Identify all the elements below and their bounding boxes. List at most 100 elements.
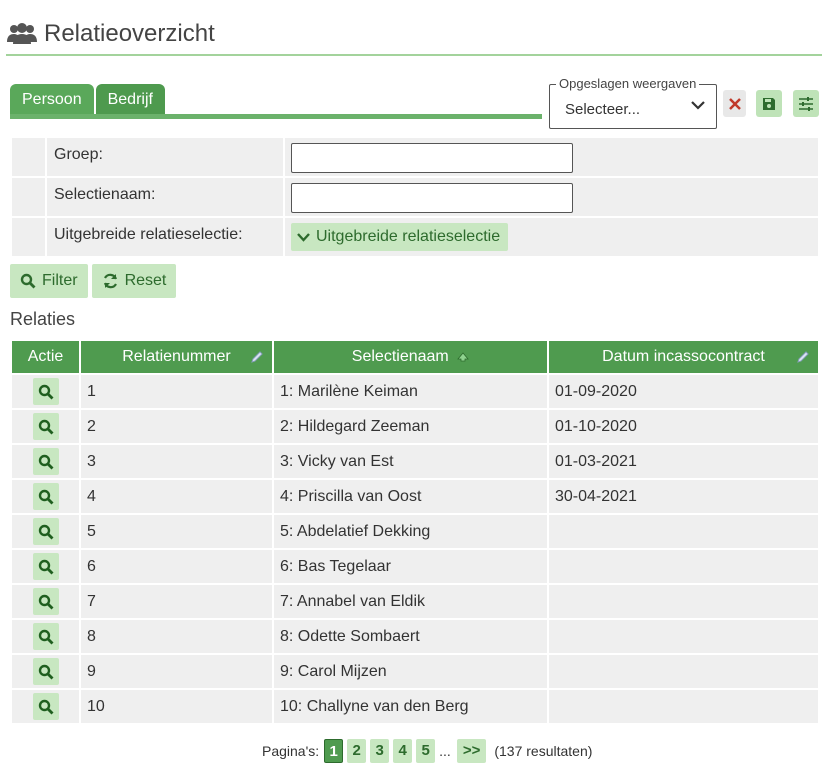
section-title: Relaties bbox=[10, 309, 76, 329]
pagination-label: Pagina's: bbox=[262, 743, 320, 759]
reset-button-label: Reset bbox=[124, 272, 167, 289]
selection-name-cell: 1: Marilène Keiman bbox=[274, 375, 547, 408]
search-icon bbox=[38, 454, 53, 469]
table-row: 10 10: Challyne van den Berg bbox=[12, 690, 818, 723]
saved-views-select[interactable]: Opgeslagen weergaven Selecteer... bbox=[549, 76, 717, 129]
page-link-5[interactable]: 5 bbox=[416, 739, 436, 763]
page-header: Relatieoverzicht bbox=[6, 20, 822, 56]
table-row: 8 8: Odette Sombaert bbox=[12, 620, 818, 653]
pencil-icon[interactable] bbox=[250, 350, 264, 364]
table-row: 2 2: Hildegard Zeeman 01-10-2020 bbox=[12, 410, 818, 443]
delete-view-button[interactable] bbox=[723, 90, 746, 117]
header-relatienummer[interactable]: Relatienummer bbox=[81, 341, 272, 373]
header-actie: Actie bbox=[12, 341, 79, 373]
extended-selection-button[interactable]: Uitgebreide relatieselectie bbox=[291, 223, 509, 251]
users-icon bbox=[7, 23, 37, 44]
contract-date-cell bbox=[549, 620, 818, 653]
contract-date-cell bbox=[549, 585, 818, 618]
header-selectienaam[interactable]: Selectienaam bbox=[274, 341, 547, 373]
filter-row-group: Groep: bbox=[12, 138, 818, 176]
table-header: Actie Relatienummer Selectienaam Datum i… bbox=[12, 341, 818, 373]
selection-name-cell: 7: Annabel van Eldik bbox=[274, 585, 547, 618]
search-icon bbox=[38, 489, 53, 504]
pagination: Pagina's: 1 2 3 4 5 ... >> (137 resultat… bbox=[262, 739, 592, 763]
view-relation-button[interactable] bbox=[32, 518, 59, 545]
selection-name-cell: 4: Priscilla van Oost bbox=[274, 480, 547, 513]
search-icon bbox=[38, 524, 53, 539]
header-datum-label: Datum incassocontract bbox=[602, 348, 765, 365]
contract-date-cell bbox=[549, 515, 818, 548]
selection-name-input[interactable] bbox=[291, 183, 573, 213]
selection-name-cell: 9: Carol Mijzen bbox=[274, 655, 547, 688]
contract-date-cell bbox=[549, 655, 818, 688]
table-row: 7 7: Annabel van Eldik bbox=[12, 585, 818, 618]
table-row: 9 9: Carol Mijzen bbox=[12, 655, 818, 688]
selection-name-cell: 2: Hildegard Zeeman bbox=[274, 410, 547, 443]
relation-number-cell: 1 bbox=[81, 375, 272, 408]
view-relation-button[interactable] bbox=[32, 448, 59, 475]
tab-underline bbox=[10, 114, 542, 119]
selection-label: Selectienaam: bbox=[47, 178, 283, 216]
result-count: (137 resultaten) bbox=[494, 743, 593, 759]
view-relation-button[interactable] bbox=[32, 483, 59, 510]
search-icon bbox=[38, 384, 53, 399]
filter-row-extended: Uitgebreide relatieselectie: Uitgebreide… bbox=[12, 218, 818, 256]
filter-button-label: Filter bbox=[42, 272, 78, 289]
reset-button[interactable]: Reset bbox=[91, 264, 177, 298]
refresh-icon bbox=[103, 273, 117, 289]
relation-number-cell: 10 bbox=[81, 690, 272, 723]
search-icon bbox=[38, 559, 53, 574]
search-icon bbox=[38, 664, 53, 679]
relation-number-cell: 2 bbox=[81, 410, 272, 443]
contract-date-cell bbox=[549, 690, 818, 723]
page-link-2[interactable]: 2 bbox=[347, 739, 367, 763]
contract-date-cell: 01-03-2021 bbox=[549, 445, 818, 478]
selection-name-cell: 6: Bas Tegelaar bbox=[274, 550, 547, 583]
relation-number-cell: 5 bbox=[81, 515, 272, 548]
close-icon bbox=[728, 97, 741, 110]
group-label: Groep: bbox=[47, 138, 283, 176]
pagination-ellipsis: ... bbox=[439, 743, 451, 759]
sort-ascending-icon bbox=[457, 352, 470, 362]
filter-button[interactable]: Filter bbox=[10, 264, 88, 298]
view-relation-button[interactable] bbox=[32, 413, 59, 440]
extended-selection-label: Uitgebreide relatieselectie: bbox=[47, 218, 283, 256]
page-title: Relatieoverzicht bbox=[44, 20, 215, 47]
header-relatienummer-label: Relatienummer bbox=[122, 348, 231, 365]
table-row: 4 4: Priscilla van Oost 30-04-2021 bbox=[12, 480, 818, 513]
tab-persoon[interactable]: Persoon bbox=[10, 84, 94, 116]
relation-number-cell: 3 bbox=[81, 445, 272, 478]
page-link-3[interactable]: 3 bbox=[370, 739, 390, 763]
search-icon bbox=[38, 629, 53, 644]
search-icon bbox=[20, 273, 36, 289]
table-row: 3 3: Vicky van Est 01-03-2021 bbox=[12, 445, 818, 478]
view-relation-button[interactable] bbox=[32, 553, 59, 580]
search-icon bbox=[38, 594, 53, 609]
floppy-disk-icon bbox=[763, 97, 775, 110]
pencil-icon[interactable] bbox=[796, 350, 810, 364]
tab-bedrijf[interactable]: Bedrijf bbox=[95, 84, 165, 116]
relation-number-cell: 4 bbox=[81, 480, 272, 513]
page-link-1[interactable]: 1 bbox=[324, 739, 344, 763]
page-link-4[interactable]: 4 bbox=[393, 739, 413, 763]
saved-views-legend: Opgeslagen weergaven bbox=[556, 76, 700, 91]
group-input[interactable] bbox=[291, 143, 573, 173]
sliders-icon bbox=[799, 96, 813, 111]
selection-name-cell: 3: Vicky van Est bbox=[274, 445, 547, 478]
view-relation-button[interactable] bbox=[32, 658, 59, 685]
table-row: 6 6: Bas Tegelaar bbox=[12, 550, 818, 583]
contract-date-cell bbox=[549, 550, 818, 583]
chevron-down-icon bbox=[691, 101, 705, 110]
next-pages-button[interactable]: >> bbox=[456, 739, 487, 763]
view-relation-button[interactable] bbox=[32, 623, 59, 650]
column-settings-button[interactable] bbox=[793, 90, 819, 117]
view-relation-button[interactable] bbox=[32, 693, 59, 720]
header-datum-incassocontract[interactable]: Datum incassocontract bbox=[549, 341, 818, 373]
save-view-button[interactable] bbox=[756, 90, 782, 117]
table-row: 5 5: Abdelatief Dekking bbox=[12, 515, 818, 548]
view-relation-button[interactable] bbox=[32, 588, 59, 615]
relation-number-cell: 7 bbox=[81, 585, 272, 618]
header-selectienaam-label: Selectienaam bbox=[351, 348, 449, 365]
filter-actions: Filter Reset bbox=[10, 264, 180, 298]
view-relation-button[interactable] bbox=[32, 378, 59, 405]
